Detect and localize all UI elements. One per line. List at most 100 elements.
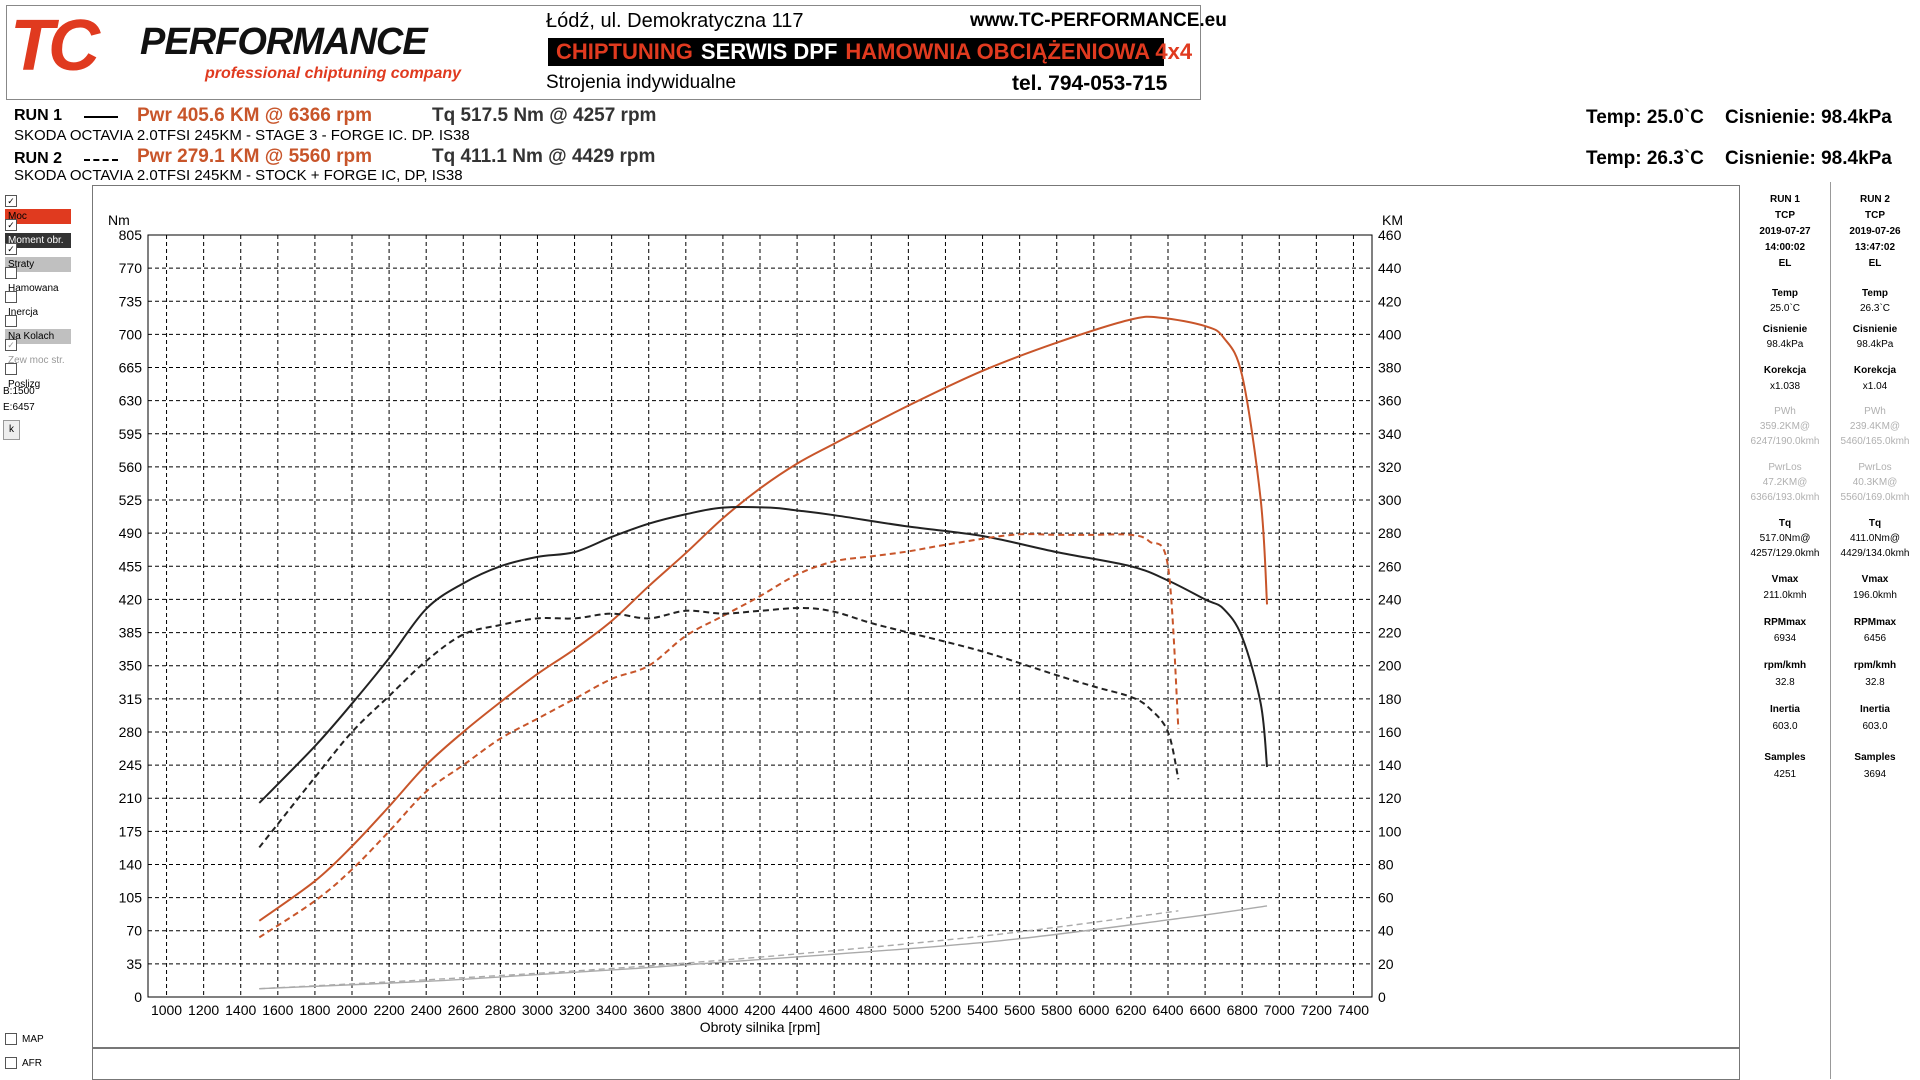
checkbox-8[interactable]: Poslizg	[5, 362, 87, 390]
y-left-tick-label: 385	[119, 625, 143, 641]
info-header: TCP	[1865, 210, 1885, 221]
y-left-tick-label: 455	[119, 558, 143, 574]
y-left-tick-label: 175	[119, 823, 143, 839]
info-pwrlos: 47.2KM@	[1762, 477, 1808, 488]
x-tick-label: 4800	[856, 1002, 887, 1018]
tc-performance-logo: TC PERFORMANCE professional chiptuning c…	[10, 12, 462, 82]
info-pwrlos2: 6366/193.0kmh	[1750, 492, 1820, 503]
y-right-tick-label: 460	[1378, 227, 1402, 243]
x-tick-label: 5600	[1004, 1002, 1035, 1018]
info-pwrlos-l: PwrLos	[1768, 462, 1802, 473]
y-right-tick-label: 120	[1378, 790, 1402, 806]
y-right-tick-label: 20	[1378, 956, 1394, 972]
checkbox-6[interactable]: Na Kolach	[5, 314, 87, 344]
info-samples-l: Samples	[1854, 752, 1896, 763]
checkbox-box[interactable]	[5, 363, 17, 376]
x-tick-label: 1200	[188, 1002, 219, 1018]
info-rpmmax: 6456	[1863, 633, 1887, 644]
y-left-tick-label: 665	[119, 360, 143, 376]
checkbox-3[interactable]: ✓Straty	[5, 242, 87, 272]
x-tick-label: 4400	[782, 1002, 813, 1018]
run2-power: Pwr 279.1 KM @ 5560 rpm	[137, 146, 373, 167]
e-value: E:6457	[3, 402, 35, 413]
y-right-tick-label: 80	[1378, 856, 1394, 872]
y-right-tick-label: 400	[1378, 326, 1402, 342]
y-left-tick-label: 350	[119, 658, 143, 674]
phone: tel. 794-053-715	[1012, 72, 1168, 95]
info-kor-l: Korekcja	[1763, 365, 1807, 376]
y-left-tick-label: 560	[119, 459, 143, 475]
info-header: 13:47:02	[1854, 242, 1896, 253]
info-pwh-l: PWh	[1864, 406, 1886, 417]
info-temp-l: Temp	[1772, 288, 1798, 299]
info-pwh: 359.2KM@	[1759, 421, 1811, 432]
checkbox-2[interactable]: ✓Moment obr.	[5, 218, 87, 248]
x-tick-label: 5800	[1041, 1002, 1072, 1018]
checkbox-box[interactable]	[5, 291, 17, 304]
logo-tc: TC	[10, 12, 101, 82]
map-label: MAP	[22, 1034, 44, 1045]
info-rpmkmh-l: rpm/kmh	[1763, 660, 1807, 671]
info-pwrlos2: 5560/169.0kmh	[1840, 492, 1910, 503]
info-cis: 98.4kPa	[1766, 339, 1804, 350]
x-tick-label: 3000	[522, 1002, 553, 1018]
map-checkbox[interactable]: MAP	[5, 1032, 87, 1047]
info-inertia-l: Inertia	[1859, 704, 1890, 715]
y-right-tick-label: 200	[1378, 658, 1402, 674]
x-tick-label: 6400	[1152, 1002, 1183, 1018]
x-tick-label: 2000	[336, 1002, 367, 1018]
y-right-tick-label: 300	[1378, 492, 1402, 508]
checkbox-box[interactable]	[5, 315, 17, 328]
checkbox-1[interactable]: ✓Moc	[5, 194, 87, 224]
run1-line-sample	[84, 116, 118, 118]
info-tq: 517.0Nm@	[1759, 533, 1811, 544]
info-pwh2: 5460/165.0kmh	[1840, 436, 1910, 447]
y-left-tick-label: 525	[119, 492, 143, 508]
y-right-axis-label: KM	[1382, 212, 1403, 228]
checkbox-4[interactable]: Hamowana	[5, 266, 87, 294]
checkbox-5[interactable]: Inercja	[5, 290, 87, 318]
y-left-tick-label: 245	[119, 757, 143, 773]
x-tick-label: 5000	[893, 1002, 924, 1018]
info-pwrlos: 40.3KM@	[1852, 477, 1898, 488]
services-bar: CHIPTUNING SERWIS DPF HAMOWNIA OBCIĄŻENIOW…	[548, 38, 1192, 66]
y-right-tick-label: 140	[1378, 757, 1402, 773]
info-vmax: 211.0kmh	[1763, 590, 1807, 601]
x-tick-label: 1000	[151, 1002, 182, 1018]
run2-conditions: Temp: 26.3`C Cisnienie: 98.4kPa	[1586, 148, 1892, 169]
checkbox-box[interactable]	[5, 267, 17, 280]
x-tick-label: 6200	[1115, 1002, 1146, 1018]
x-tick-label: 2400	[411, 1002, 442, 1018]
y-left-tick-label: 105	[119, 890, 143, 906]
info-tq2: 4429/134.0kmh	[1840, 548, 1910, 559]
y-left-tick-label: 770	[119, 260, 143, 276]
info-vmax-l: Vmax	[1861, 574, 1889, 585]
info-tq-l: Tq	[1778, 518, 1792, 529]
bar-hamownia: HAMOWNIA OBCIĄŻENIOWA 4x4	[845, 39, 1193, 64]
y-left-tick-label: 140	[119, 856, 143, 872]
info-inertia: 603.0	[1772, 721, 1798, 732]
info-header: RUN 2	[1859, 194, 1890, 205]
checkbox-box[interactable]: ✓	[5, 219, 17, 232]
info-rpmmax-l: RPMmax	[1853, 617, 1897, 628]
afr-checkbox[interactable]: AFR	[5, 1056, 87, 1071]
info-temp-l: Temp	[1862, 288, 1888, 299]
info-cis-l: Cisnienie	[1762, 324, 1808, 335]
x-axis-label: Obroty silnika [rpm]	[700, 1019, 821, 1035]
x-tick-label: 6000	[1078, 1002, 1109, 1018]
y-right-tick-label: 0	[1378, 989, 1386, 1005]
y-right-tick-label: 40	[1378, 923, 1394, 939]
k-button[interactable]: k	[3, 420, 20, 440]
x-tick-label: 4200	[744, 1002, 775, 1018]
x-tick-label: 2200	[374, 1002, 405, 1018]
info-pwh-l: PWh	[1774, 406, 1796, 417]
checkbox-box[interactable]: ✓	[5, 243, 17, 256]
individual-tuning: Strojenia indywidualne	[546, 72, 737, 93]
right-panel: RUN 1 TCP 2019-07-27 14:00:02 EL Temp 25.0`C Ci…	[1740, 182, 1920, 1080]
checkbox-box[interactable]: ✓	[5, 195, 17, 208]
checkbox-7[interactable]: ✓Zew moc str.	[5, 338, 87, 366]
y-left-tick-label: 700	[119, 326, 143, 342]
checkbox-box[interactable]: ✓	[5, 339, 17, 352]
x-tick-label: 4600	[819, 1002, 850, 1018]
y-right-tick-label: 340	[1378, 426, 1402, 442]
